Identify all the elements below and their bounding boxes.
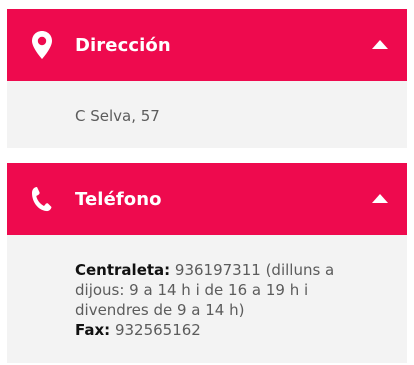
phone-icon <box>28 163 56 235</box>
map-pin-icon <box>28 9 56 81</box>
address-value: C Selva, 57 <box>75 107 160 125</box>
centraleta-label: Centraleta: <box>75 261 171 279</box>
chevron-up-icon[interactable] <box>371 39 389 51</box>
phone-content: Centraleta: 936197311 (dilluns a dijous:… <box>7 235 407 340</box>
phone-title: Teléfono <box>75 188 162 210</box>
fax-value: 932565162 <box>110 321 201 339</box>
phone-header[interactable]: Teléfono <box>7 163 407 235</box>
address-header[interactable]: Dirección <box>7 9 407 81</box>
chevron-up-icon[interactable] <box>371 193 389 205</box>
phone-panel: Teléfono Centraleta: 936197311 (dilluns … <box>7 163 407 363</box>
fax-label: Fax: <box>75 321 111 339</box>
address-title: Dirección <box>75 34 171 56</box>
address-panel: Dirección C Selva, 57 <box>7 9 407 148</box>
